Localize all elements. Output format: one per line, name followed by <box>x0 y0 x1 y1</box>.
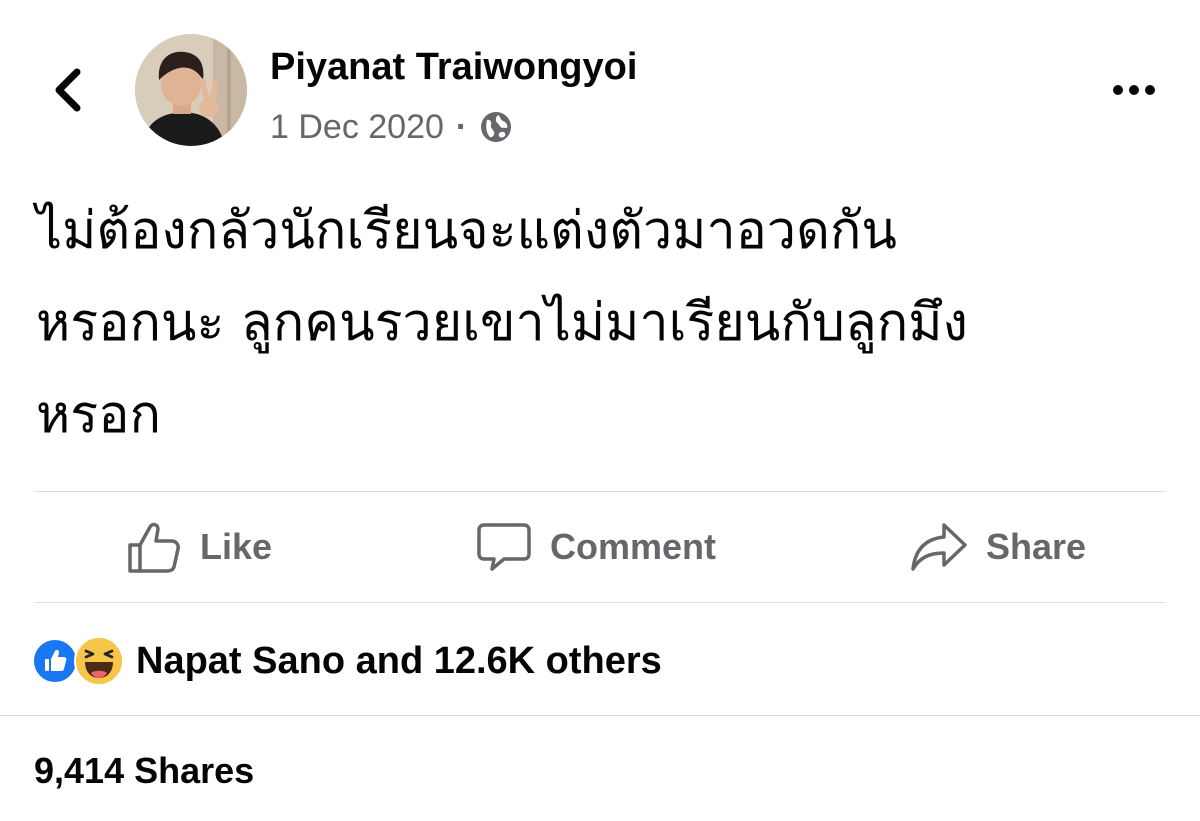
comment-label: Comment <box>550 526 717 567</box>
share-arrow-icon <box>911 523 967 571</box>
more-options-button[interactable] <box>1100 70 1168 110</box>
like-label: Like <box>200 526 273 567</box>
author-avatar[interactable] <box>135 34 247 146</box>
author-name[interactable]: Piyanat Traiwongyoi <box>270 46 637 89</box>
reaction-icons <box>32 636 128 686</box>
shares-count[interactable]: 9,414 Shares <box>34 750 254 792</box>
share-button[interactable]: Share <box>910 492 1086 602</box>
divider <box>0 715 1200 716</box>
globe-icon[interactable] <box>479 110 513 144</box>
reactions-summary-text: Napat Sano and 12.6K others <box>136 639 662 682</box>
post-text-line: ไม่ต้องกลัวนักเรียนจะแต่งตัวมาอวดกัน <box>36 201 897 261</box>
reactions-summary[interactable]: Napat Sano and 12.6K others <box>32 632 662 690</box>
back-button[interactable] <box>40 60 96 120</box>
more-dot <box>1113 85 1123 95</box>
post-meta: 1 Dec 2020 · <box>270 105 513 149</box>
comment-button[interactable]: Comment <box>476 492 716 602</box>
share-label: Share <box>986 526 1087 567</box>
more-dot <box>1145 85 1155 95</box>
post-text: ไม่ต้องกลัวนักเรียนจะแต่งตัวมาอวดกัน หรอ… <box>36 185 1171 461</box>
post-text-line: หรอกนะ ลูกคนรวยเขาไม่มาเรียนกับลูกมึง <box>36 293 968 353</box>
post-text-line: หรอก <box>36 385 161 445</box>
chevron-left-icon <box>55 68 81 112</box>
like-button[interactable]: Like <box>126 492 272 602</box>
action-bar: Like Comment Share <box>34 492 1166 602</box>
more-dot <box>1129 85 1139 95</box>
haha-reaction-icon <box>74 636 124 686</box>
divider <box>34 602 1166 603</box>
comment-icon <box>477 523 531 571</box>
thumbs-up-icon <box>128 522 180 573</box>
avatar-image <box>135 34 247 146</box>
post-date[interactable]: 1 Dec 2020 <box>270 108 444 147</box>
meta-separator: · <box>455 107 468 146</box>
like-reaction-icon <box>32 638 78 684</box>
